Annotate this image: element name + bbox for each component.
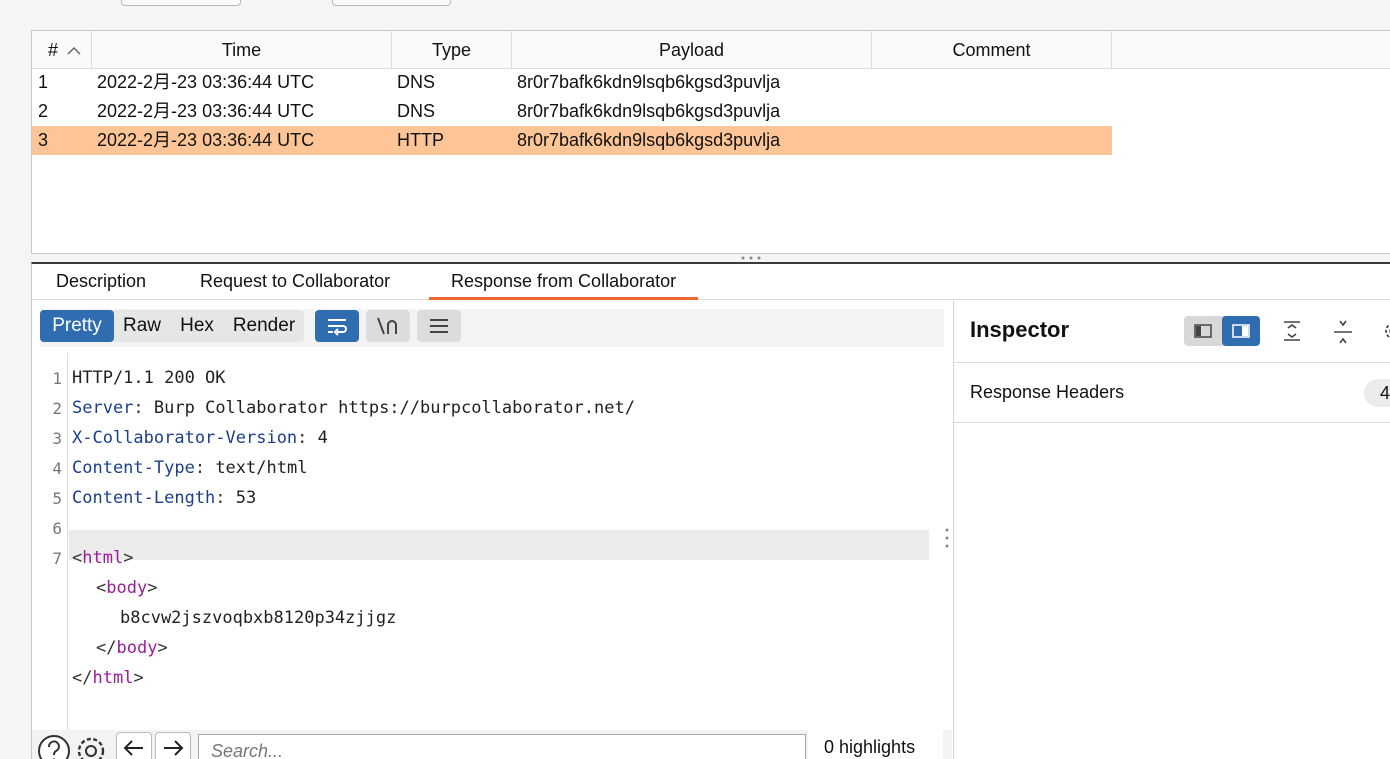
column-header-type[interactable]: Type (392, 31, 512, 69)
column-header-time[interactable]: Time (92, 31, 392, 69)
highlights-count: 0 highlights (808, 730, 943, 759)
interactions-table: # Time Type Payload Comment 1 2022-2月-23… (31, 30, 1390, 254)
view-mode-hex[interactable]: Hex (170, 310, 224, 342)
next-match-button[interactable] (155, 732, 191, 759)
status-line: HTTP/1.1 200 OK (72, 368, 226, 388)
line-number: 6 (52, 519, 62, 538)
search-bar: Search... 0 highlights (32, 730, 952, 759)
editor-toolbar: Pretty Raw Hex Render (40, 309, 944, 347)
cell-time: 2022-2月-23 03:36:44 UTC (97, 130, 315, 150)
response-body[interactable]: 1 2 3 4 5 6 7 HTTP/1.1 200 OK Server: Bu… (32, 353, 936, 733)
top-button-right[interactable] (332, 0, 451, 6)
body-close-tag: </body> (96, 638, 168, 658)
cell-payload: 8r0r7bafk6kdn9lsqb6kgsd3puvlja (517, 130, 781, 150)
search-settings-icon[interactable] (74, 734, 108, 759)
view-mode-pretty[interactable]: Pretty (40, 310, 114, 342)
current-line-highlight (69, 530, 929, 560)
line-number: 4 (52, 459, 62, 478)
collapse-all-icon[interactable] (1331, 319, 1355, 345)
wrap-lines-icon (328, 319, 347, 336)
inspector-panel: Inspector Response Headers 4 (953, 301, 1390, 759)
tab-request-to-collaborator[interactable]: Request to Collaborator (178, 264, 412, 300)
layout-left-button[interactable] (1184, 316, 1222, 346)
inspector-title: Inspector (970, 317, 1070, 342)
cell-payload: 8r0r7bafk6kdn9lsqb6kgsd3puvlja (517, 101, 781, 121)
cell-number: 1 (38, 72, 49, 92)
line-number: 7 (52, 549, 62, 568)
table-row[interactable]: 1 2022-2月-23 03:36:44 UTC DNS 8r0r7bafk6… (32, 68, 1112, 97)
cell-payload: 8r0r7bafk6kdn9lsqb6kgsd3puvlja (517, 72, 781, 92)
sort-ascending-icon (67, 47, 81, 55)
newline-icon (377, 317, 397, 335)
header-line: X-Collaborator-Version: 4 (72, 428, 328, 448)
body-open-tag: <body> (96, 578, 158, 598)
search-input[interactable]: Search... (198, 734, 806, 759)
section-count-badge: 4 (1364, 379, 1390, 407)
table-row-selected[interactable]: 3 2022-2月-23 03:36:44 UTC HTTP 8r0r7bafk… (32, 126, 1112, 155)
arrow-right-icon (164, 740, 184, 756)
header-line: Content-Length: 53 (72, 488, 257, 508)
menu-icon (430, 319, 448, 333)
cell-type: HTTP (397, 130, 444, 150)
header-line: Content-Type: text/html (72, 458, 308, 478)
line-number: 1 (52, 369, 62, 388)
line-number: 2 (52, 399, 62, 418)
view-mode-selector: Pretty Raw Hex Render (40, 310, 304, 342)
cell-time: 2022-2月-23 03:36:44 UTC (97, 101, 315, 121)
editor-menu-button[interactable] (417, 310, 461, 342)
tab-response-from-collaborator[interactable]: Response from Collaborator (429, 264, 699, 300)
vertical-splitter-handle[interactable] (944, 527, 950, 549)
layout-sidebar-right-icon (1232, 324, 1250, 338)
html-open-tag: <html> (72, 548, 134, 568)
header-line: Server: Burp Collaborator https://burpco… (72, 398, 635, 418)
view-mode-raw[interactable]: Raw (114, 310, 170, 342)
cell-type: DNS (397, 101, 436, 121)
tab-description[interactable]: Description (34, 264, 168, 300)
cell-type: DNS (397, 72, 436, 92)
details-tabs: Description Request to Collaborator Resp… (32, 264, 1390, 300)
cell-number: 2 (38, 101, 49, 121)
column-header-comment[interactable]: Comment (872, 31, 1112, 69)
details-panel: Description Request to Collaborator Resp… (31, 262, 1390, 759)
html-close-tag: </html> (72, 668, 144, 688)
cell-number: 3 (38, 130, 49, 150)
line-number: 3 (52, 429, 62, 448)
expand-all-icon[interactable] (1280, 319, 1304, 343)
inspector-layout-toggle (1184, 316, 1260, 346)
response-editor: Pretty Raw Hex Render 1 2 3 4 5 6 7 HTTP… (32, 301, 952, 733)
horizontal-splitter-handle[interactable] (740, 256, 762, 260)
inspector-section-response-headers[interactable]: Response Headers 4 (954, 363, 1390, 423)
inspector-settings-icon[interactable] (1382, 320, 1390, 342)
cell-time: 2022-2月-23 03:36:44 UTC (97, 72, 315, 92)
table-header: # Time Type Payload Comment (32, 31, 1390, 69)
layout-right-button[interactable] (1222, 316, 1260, 346)
column-header-payload[interactable]: Payload (512, 31, 872, 69)
arrow-left-icon (123, 740, 143, 756)
previous-match-button[interactable] (116, 732, 152, 759)
show-newlines-button[interactable] (366, 310, 410, 342)
column-header-number[interactable]: # (32, 31, 92, 69)
top-button-left[interactable] (121, 0, 241, 6)
wrap-lines-button[interactable] (315, 310, 359, 342)
help-icon[interactable] (37, 734, 71, 759)
inspector-header: Inspector (954, 301, 1390, 363)
section-label: Response Headers (970, 382, 1125, 402)
body-text: b8cvw2jszvoqbxb8120p34zjjgz (120, 608, 397, 628)
table-row[interactable]: 2 2022-2月-23 03:36:44 UTC DNS 8r0r7bafk6… (32, 97, 1112, 126)
layout-sidebar-left-icon (1194, 324, 1212, 338)
line-number: 5 (52, 489, 62, 508)
view-mode-render[interactable]: Render (224, 310, 304, 342)
